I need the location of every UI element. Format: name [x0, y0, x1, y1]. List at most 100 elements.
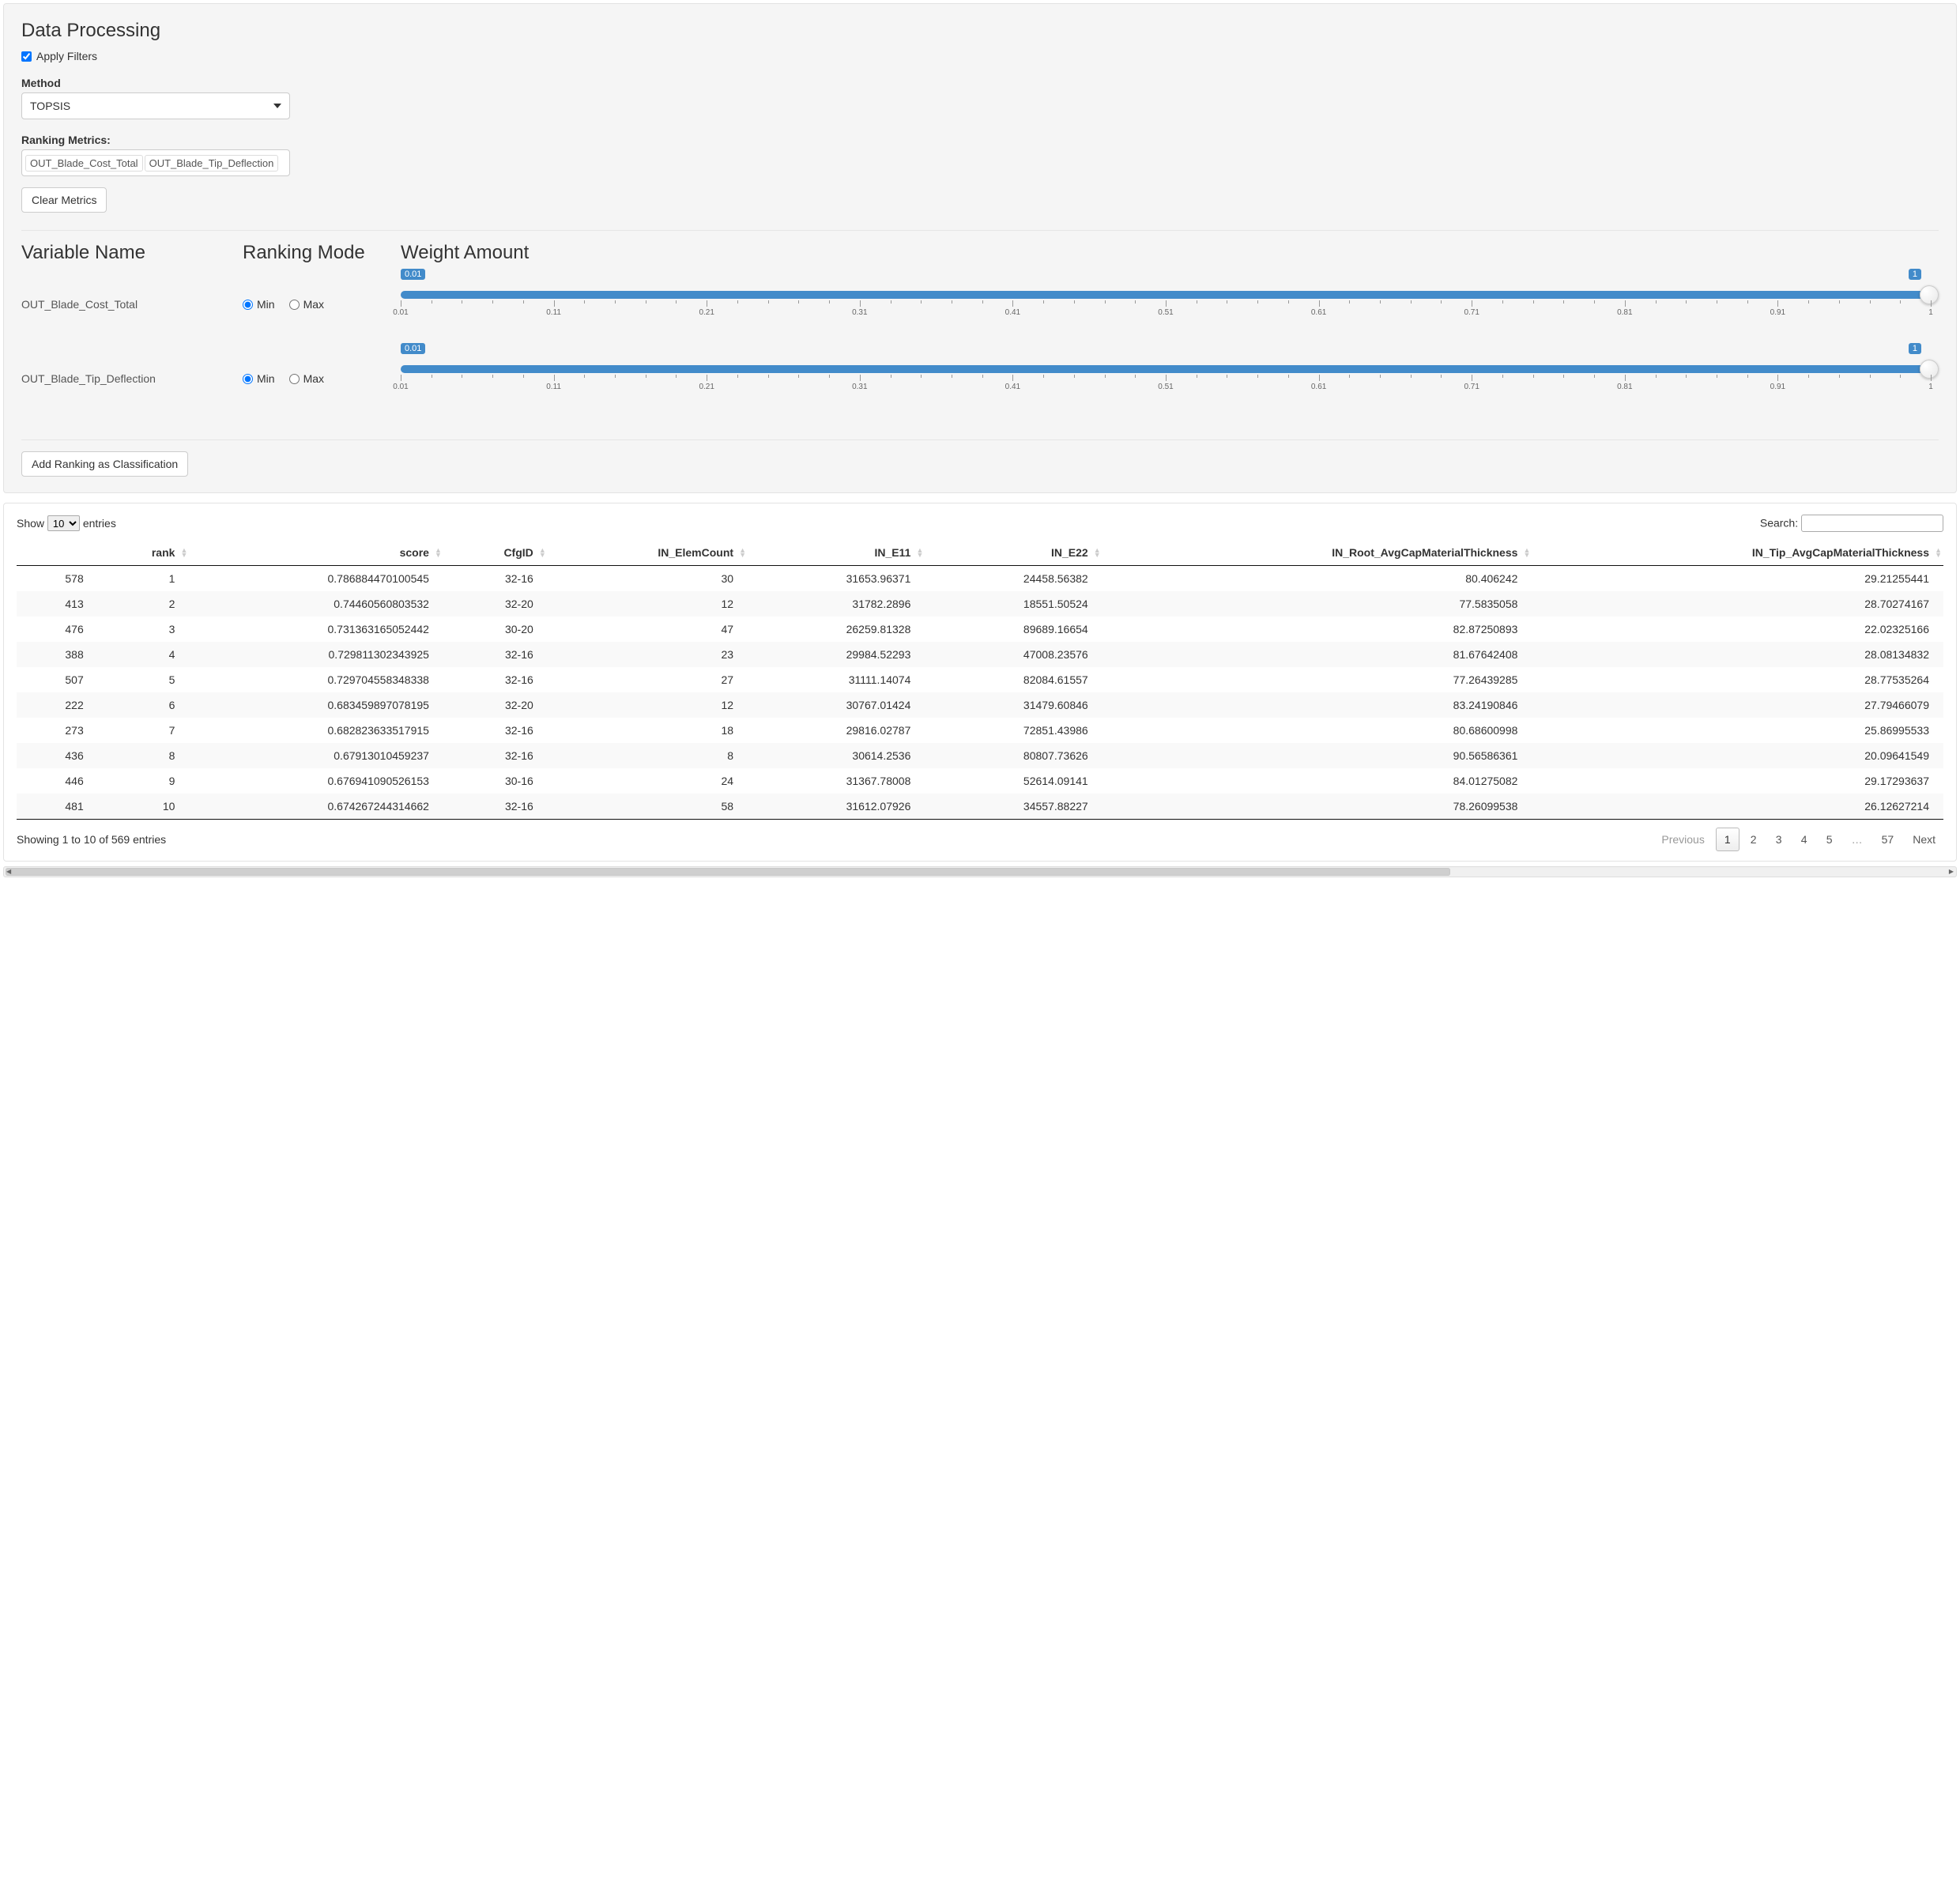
cell-root: 83.24190846	[1102, 692, 1532, 718]
weight-cell: 0.0110.010.110.210.310.410.510.610.710.8…	[401, 346, 1939, 411]
cell-idx: 388	[17, 642, 98, 667]
table-toolbar: Show 10 entries Search:	[17, 515, 1943, 532]
col-header-IN_E11[interactable]: IN_E11▲▼	[748, 540, 925, 566]
pagination-page-57[interactable]: 57	[1874, 828, 1902, 850]
entries-select[interactable]: 10	[47, 515, 80, 531]
mode-radio-input[interactable]	[289, 300, 300, 310]
chevron-down-icon	[273, 104, 281, 108]
cell-idx: 446	[17, 768, 98, 794]
cell-e11: 30767.01424	[748, 692, 925, 718]
weight-slider[interactable]: 0.0110.010.110.210.310.410.510.610.710.8…	[401, 346, 1931, 411]
table-row[interactable]: 41320.7446056080353232-201231782.2896185…	[17, 591, 1943, 617]
apply-filters-row[interactable]: Apply Filters	[21, 50, 1939, 62]
cell-e11: 26259.81328	[748, 617, 925, 642]
table-row[interactable]: 22260.68345989707819532-201230767.014243…	[17, 692, 1943, 718]
col-header-score[interactable]: score▲▼	[189, 540, 443, 566]
horizontal-scrollbar[interactable]: ◀ ▶	[3, 866, 1957, 877]
scrollbar-thumb[interactable]	[6, 868, 1450, 876]
pagination-page-1[interactable]: 1	[1716, 828, 1740, 851]
add-ranking-button[interactable]: Add Ranking as Classification	[21, 451, 188, 477]
ranking-metrics-input[interactable]: OUT_Blade_Cost_TotalOUT_Blade_Tip_Deflec…	[21, 149, 290, 176]
cell-e11: 31111.14074	[748, 667, 925, 692]
col-header-CfgID[interactable]: CfgID▲▼	[443, 540, 548, 566]
mode-radio-label: Min	[257, 298, 275, 311]
slider-value-badge: 1	[1909, 269, 1921, 280]
table-row[interactable]: 43680.6791301045923732-16830614.25368080…	[17, 743, 1943, 768]
scroll-right-arrow-icon[interactable]: ▶	[1949, 868, 1954, 875]
cell-idx: 481	[17, 794, 98, 820]
slider-track[interactable]	[401, 291, 1931, 299]
cell-elem: 8	[548, 743, 748, 768]
cell-tip: 27.79466079	[1532, 692, 1943, 718]
cell-cfg: 32-16	[443, 743, 548, 768]
results-table-panel: Show 10 entries Search: ▲▼rank▲▼score▲▼C…	[3, 503, 1957, 862]
mode-radio-label: Max	[303, 372, 324, 385]
mode-radio-input[interactable]	[289, 374, 300, 384]
cell-e11: 29816.02787	[748, 718, 925, 743]
metric-tag[interactable]: OUT_Blade_Cost_Total	[25, 155, 143, 172]
cell-elem: 12	[548, 692, 748, 718]
pagination-page-5[interactable]: 5	[1819, 828, 1841, 850]
table-footer: Showing 1 to 10 of 569 entries Previous1…	[17, 828, 1943, 851]
col-header-IN_Root_AvgCapMaterialThickness[interactable]: IN_Root_AvgCapMaterialThickness▲▼	[1102, 540, 1532, 566]
table-row[interactable]: 50750.72970455834833832-162731111.140748…	[17, 667, 1943, 692]
method-select[interactable]: TOPSIS	[21, 92, 290, 119]
cell-e11: 30614.2536	[748, 743, 925, 768]
cell-idx: 507	[17, 667, 98, 692]
col-header-IN_E22[interactable]: IN_E22▲▼	[925, 540, 1102, 566]
table-row[interactable]: 44690.67694109052615330-162431367.780085…	[17, 768, 1943, 794]
cell-cfg: 32-16	[443, 794, 548, 820]
pagination-page-2[interactable]: 2	[1743, 828, 1765, 850]
mode-radio-input[interactable]	[243, 374, 253, 384]
mode-radio-input[interactable]	[243, 300, 253, 310]
variable-grid: Variable Name Ranking Mode Weight Amount…	[21, 242, 1939, 416]
cell-root: 80.406242	[1102, 566, 1532, 592]
table-row[interactable]: 481100.67426724431466232-165831612.07926…	[17, 794, 1943, 820]
mode-radio-label: Min	[257, 372, 275, 385]
slider-ticks	[401, 375, 1931, 379]
col-header-IN_Tip_AvgCapMaterialThickness[interactable]: IN_Tip_AvgCapMaterialThickness▲▼	[1532, 540, 1943, 566]
cell-elem: 47	[548, 617, 748, 642]
mode-radio-max[interactable]: Max	[289, 372, 324, 385]
clear-metrics-button[interactable]: Clear Metrics	[21, 187, 107, 213]
cell-e22: 31479.60846	[925, 692, 1102, 718]
sort-icon: ▲▼	[181, 548, 188, 557]
mode-radio-min[interactable]: Min	[243, 372, 275, 385]
col-header-IN_ElemCount[interactable]: IN_ElemCount▲▼	[548, 540, 748, 566]
cell-rank: 4	[98, 642, 190, 667]
mode-radio-min[interactable]: Min	[243, 298, 275, 311]
table-row[interactable]: 57810.78688447010054532-163031653.963712…	[17, 566, 1943, 592]
cell-rank: 7	[98, 718, 190, 743]
table-row[interactable]: 47630.73136316505244230-204726259.813288…	[17, 617, 1943, 642]
sort-icon: ▲▼	[1935, 548, 1942, 557]
cell-rank: 9	[98, 768, 190, 794]
cell-root: 78.26099538	[1102, 794, 1532, 820]
table-row[interactable]: 27370.68282363351791532-161829816.027877…	[17, 718, 1943, 743]
col-header-weight-amount: Weight Amount	[401, 242, 1939, 264]
scroll-left-arrow-icon[interactable]: ◀	[6, 868, 11, 875]
search-input[interactable]	[1801, 515, 1943, 532]
cell-e22: 52614.09141	[925, 768, 1102, 794]
pagination-page-4[interactable]: 4	[1793, 828, 1815, 850]
search-label: Search:	[1760, 517, 1798, 530]
slider-track[interactable]	[401, 365, 1931, 373]
table-row[interactable]: 38840.72981130234392532-162329984.522934…	[17, 642, 1943, 667]
cell-rank: 2	[98, 591, 190, 617]
cell-rank: 3	[98, 617, 190, 642]
apply-filters-checkbox[interactable]	[21, 51, 32, 62]
mode-radio-max[interactable]: Max	[289, 298, 324, 311]
cell-e11: 31612.07926	[748, 794, 925, 820]
method-select-value: TOPSIS	[30, 93, 70, 119]
slider-min-badge: 0.01	[401, 269, 425, 280]
pagination-page-3[interactable]: 3	[1768, 828, 1790, 850]
slider-tick-labels: 0.010.110.210.310.410.510.610.710.810.91…	[401, 383, 1931, 394]
pagination-next[interactable]: Next	[1905, 828, 1943, 850]
table-scroll[interactable]: ▲▼rank▲▼score▲▼CfgID▲▼IN_ElemCount▲▼IN_E…	[17, 540, 1943, 820]
col-header-rank[interactable]: rank▲▼	[98, 540, 190, 566]
weight-slider[interactable]: 0.0110.010.110.210.310.410.510.610.710.8…	[401, 272, 1931, 337]
cell-cfg: 30-16	[443, 768, 548, 794]
cell-cfg: 32-16	[443, 718, 548, 743]
col-header-variable-name: Variable Name	[21, 242, 243, 264]
separator	[21, 230, 1939, 231]
metric-tag[interactable]: OUT_Blade_Tip_Deflection	[145, 155, 279, 172]
